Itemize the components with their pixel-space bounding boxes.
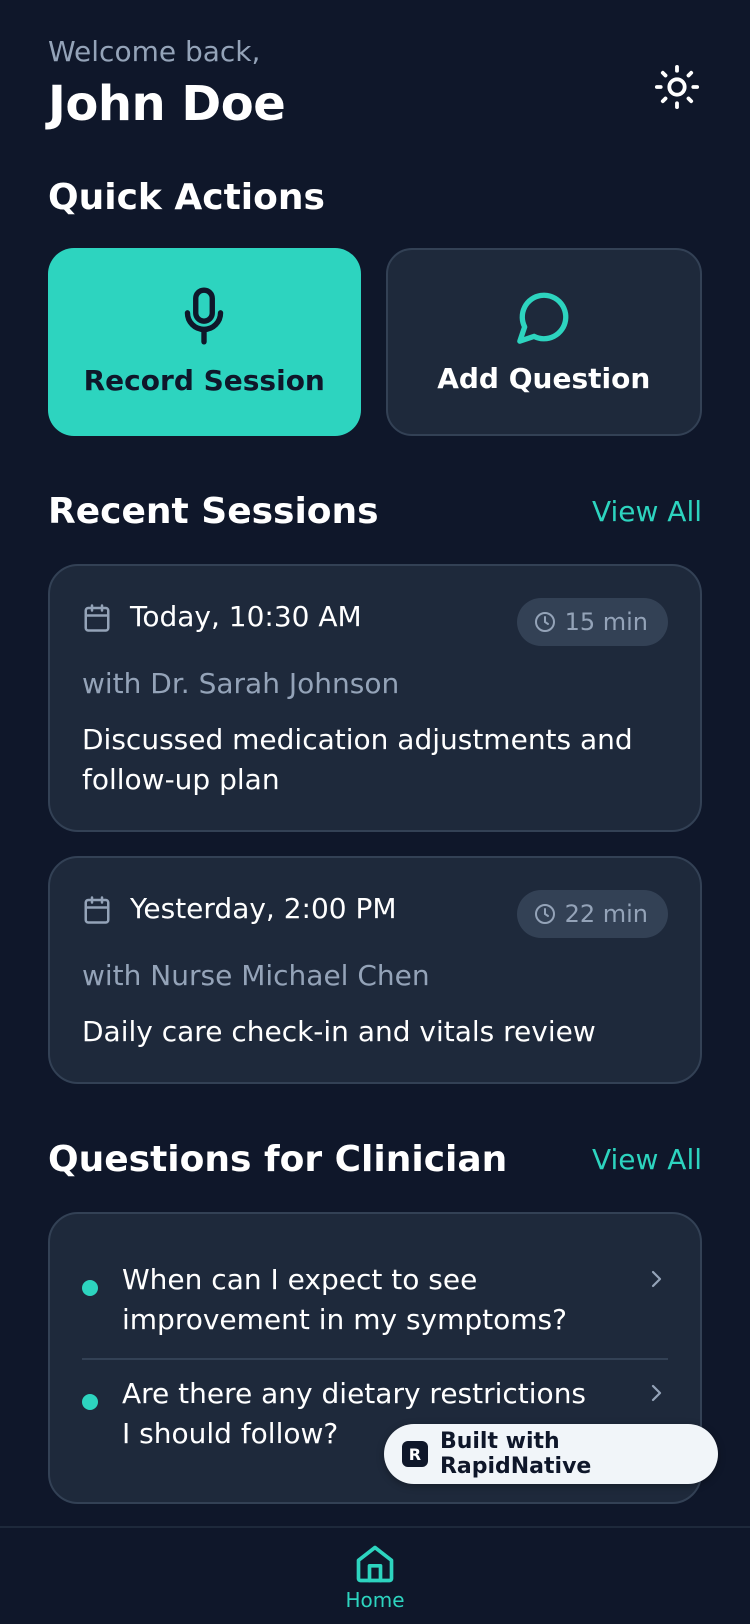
clock-icon <box>534 612 555 632</box>
quick-actions: Record Session Add Question <box>48 248 702 436</box>
session-header: Yesterday, 2:00 PM 22 min <box>82 890 668 940</box>
record-session-button[interactable]: Record Session <box>48 248 361 436</box>
chevron-right-icon <box>651 1384 662 1402</box>
questions-view-all-link[interactable]: View All <box>592 1142 702 1178</box>
session-time: Yesterday, 2:00 PM <box>130 892 397 925</box>
home-screen: Welcome back, John Doe Quick Actions Rec… <box>0 0 750 1624</box>
clock-icon <box>534 904 555 924</box>
divider <box>82 1358 668 1360</box>
bottom-tab-bar: Home <box>0 1526 750 1624</box>
clinician-name: with Nurse Michael Chen <box>82 959 430 992</box>
session-card[interactable]: Yesterday, 2:00 PM 22 min with Nurse Mic… <box>48 856 702 1084</box>
recent-sessions-title: Recent Sessions <box>48 491 379 532</box>
rapidnative-logo-icon: R <box>402 1441 428 1467</box>
record-session-label: Record Session <box>83 364 325 397</box>
duration-badge: 15 min <box>516 598 668 646</box>
session-summary: Daily care check-in and vitals review <box>82 1015 596 1048</box>
clinician-name: with Dr. Sarah Johnson <box>82 667 400 700</box>
duration-text: 15 min <box>564 608 648 636</box>
welcome-text: Welcome back, <box>48 35 261 68</box>
built-with-badge[interactable]: R Built with RapidNative <box>384 1424 718 1484</box>
microphone-icon <box>185 287 224 345</box>
questions-title: Questions for Clinician <box>48 1139 508 1180</box>
sessions-view-all-link[interactable]: View All <box>592 494 702 530</box>
session-time: Today, 10:30 AM <box>130 600 362 633</box>
bullet-dot <box>82 1394 98 1410</box>
question-item[interactable]: When can I expect to see improvement in … <box>82 1260 668 1340</box>
session-card[interactable]: Today, 10:30 AM 15 min with Dr. Sarah Jo… <box>48 564 702 832</box>
duration-text: 22 min <box>564 900 648 928</box>
add-question-button[interactable]: Add Question <box>385 248 702 436</box>
calendar-icon <box>84 604 110 632</box>
session-header: Today, 10:30 AM 15 min <box>82 598 668 648</box>
quick-actions-title: Quick Actions <box>48 177 325 218</box>
tab-home-label: Home <box>345 1588 405 1612</box>
theme-toggle-button[interactable] <box>652 62 702 112</box>
chat-bubble-icon <box>516 292 569 344</box>
session-summary: Discussed medication adjustments and fol… <box>82 723 633 796</box>
duration-badge: 22 min <box>516 890 668 938</box>
tab-home[interactable]: Home <box>335 1528 415 1624</box>
question-text: When can I expect to see improvement in … <box>122 1263 567 1336</box>
chevron-right-icon <box>651 1270 662 1288</box>
user-name: John Doe <box>48 76 286 132</box>
sun-icon <box>654 64 700 110</box>
add-question-label: Add Question <box>437 362 651 395</box>
badge-label: Built with RapidNative <box>439 1429 592 1479</box>
header: Welcome back, John Doe <box>48 34 702 134</box>
calendar-icon <box>84 896 110 924</box>
bullet-dot <box>82 1280 98 1296</box>
home-icon <box>356 1545 394 1583</box>
